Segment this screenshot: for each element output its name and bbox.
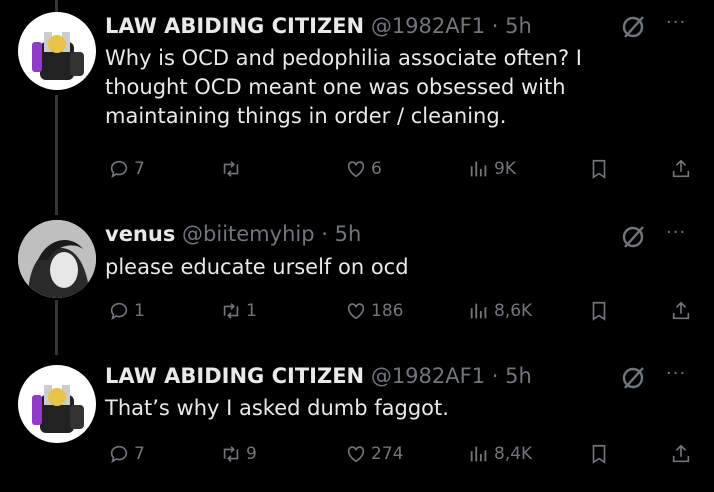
views-icon [470, 303, 487, 319]
views-count: 8,4K [494, 444, 533, 464]
share-icon [672, 159, 690, 178]
timestamp[interactable]: · 5h [492, 364, 532, 388]
tweet-header: LAW ABIDING CITIZEN @1982AF1 · 5h [105, 14, 532, 38]
action-bar: 7 9 274 8,4K [0, 443, 714, 469]
tweet[interactable]: LAW ABIDING CITIZEN @1982AF1 · 5h ··· Th… [0, 355, 714, 492]
reply-count: 7 [134, 159, 145, 179]
like-count: 6 [371, 159, 382, 179]
action-bar: 7 6 9K [0, 158, 714, 184]
reply-icon [110, 160, 128, 179]
retweet-icon [223, 303, 239, 319]
tweet-header: venus @biitemyhip · 5h [105, 222, 361, 246]
tweet[interactable]: LAW ABIDING CITIZEN @1982AF1 · 5h ··· Wh… [0, 0, 714, 200]
retweet-icon [223, 161, 239, 177]
bookmark-icon [592, 301, 606, 321]
tweet-header: LAW ABIDING CITIZEN @1982AF1 · 5h [105, 364, 532, 388]
reply-count: 1 [134, 301, 145, 321]
share-icon [672, 301, 690, 320]
grok-icon[interactable] [620, 14, 646, 40]
action-bar: 1 1 186 8,6K [0, 300, 714, 326]
avatar[interactable] [18, 12, 96, 90]
views-button[interactable]: 8,4K [468, 443, 532, 465]
share-button[interactable] [670, 158, 692, 180]
avatar[interactable] [18, 220, 96, 298]
user-handle[interactable]: @biitemyhip [182, 222, 315, 246]
share-button[interactable] [670, 300, 692, 322]
avatar[interactable] [18, 365, 96, 443]
bookmark-button[interactable] [588, 158, 610, 180]
more-icon[interactable]: ··· [666, 222, 686, 243]
bookmark-button[interactable] [588, 300, 610, 322]
reply-icon [110, 302, 128, 321]
retweet-button[interactable]: 9 [220, 443, 257, 465]
grok-icon[interactable] [620, 224, 646, 250]
tweet-text: Why is OCD and pedophilia associate ofte… [105, 46, 582, 128]
retweet-button[interactable]: 1 [220, 300, 257, 322]
tweet-text: please educate urself on ocd [105, 255, 409, 279]
bookmark-icon [592, 159, 606, 179]
views-icon [470, 446, 487, 462]
views-count: 9K [494, 159, 516, 179]
grok-icon[interactable] [620, 365, 646, 391]
tweet-text: That’s why I asked dumb faggot. [105, 396, 449, 420]
like-button[interactable]: 274 [345, 443, 403, 465]
timestamp[interactable]: · 5h [321, 222, 361, 246]
more-icon[interactable]: ··· [666, 12, 686, 33]
like-button[interactable]: 6 [345, 158, 382, 180]
like-button[interactable]: 186 [345, 300, 403, 322]
reply-button[interactable]: 1 [108, 300, 145, 322]
share-button[interactable] [670, 443, 692, 465]
more-icon[interactable]: ··· [666, 363, 686, 384]
like-count: 274 [371, 444, 404, 464]
reply-count: 7 [134, 444, 145, 464]
bookmark-button[interactable] [588, 443, 610, 465]
user-handle[interactable]: @1982AF1 [371, 14, 485, 38]
display-name[interactable]: venus [105, 222, 175, 246]
retweet-count: 1 [246, 301, 257, 321]
display-name[interactable]: LAW ABIDING CITIZEN [105, 364, 364, 388]
reply-button[interactable]: 7 [108, 158, 145, 180]
heart-icon [347, 446, 365, 463]
like-count: 186 [371, 301, 404, 321]
heart-icon [347, 303, 365, 320]
reply-button[interactable]: 7 [108, 443, 145, 465]
views-button[interactable]: 9K [468, 158, 516, 180]
views-icon [470, 161, 487, 177]
reply-icon [110, 445, 128, 464]
retweet-button[interactable] [220, 158, 246, 180]
user-handle[interactable]: @1982AF1 [371, 364, 485, 388]
heart-icon [347, 161, 365, 178]
views-count: 8,6K [494, 301, 533, 321]
retweet-count: 9 [246, 444, 257, 464]
bookmark-icon [592, 444, 606, 464]
display-name[interactable]: LAW ABIDING CITIZEN [105, 14, 364, 38]
retweet-icon [223, 446, 239, 462]
tweet[interactable]: venus @biitemyhip · 5h ··· please educat… [0, 210, 714, 340]
share-icon [672, 444, 690, 463]
views-button[interactable]: 8,6K [468, 300, 532, 322]
timestamp[interactable]: · 5h [492, 14, 532, 38]
